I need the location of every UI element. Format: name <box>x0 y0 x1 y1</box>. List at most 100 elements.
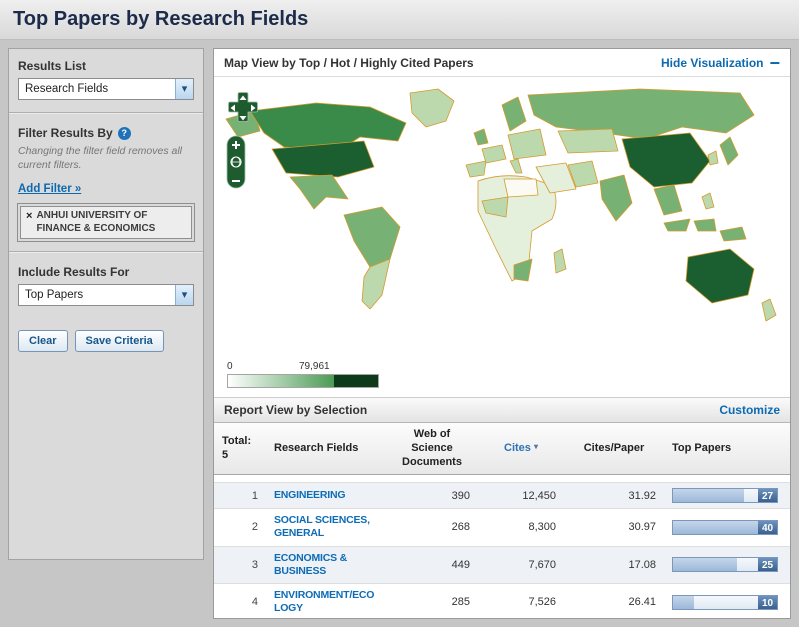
chevron-down-icon[interactable]: ▾ <box>175 285 193 305</box>
map-region <box>344 207 400 267</box>
top-papers-bar: 10 <box>672 595 778 610</box>
rank-cell: 4 <box>214 584 266 620</box>
include-results-label: Include Results For <box>18 265 194 279</box>
wos-documents-column-header[interactable]: Web of Science Documents <box>386 423 478 475</box>
rank-cell: 1 <box>214 483 266 509</box>
map-region <box>664 219 690 231</box>
map-region <box>600 175 632 221</box>
research-fields-column-header[interactable]: Research Fields <box>266 423 386 475</box>
map-region <box>694 219 716 231</box>
map-zoom-control[interactable] <box>226 135 246 189</box>
map-region <box>654 185 682 215</box>
top-papers-bar: 40 <box>672 520 778 535</box>
table-row: 1 ENGINEERING 390 12,450 31.92 27 <box>214 483 790 509</box>
map-controls <box>226 91 260 189</box>
cites-cell: 7,670 <box>478 546 564 583</box>
filter-chip[interactable]: × ANHUI UNIVERSITY OF FINANCE & ECONOMIC… <box>20 206 192 239</box>
remove-filter-icon[interactable]: × <box>26 210 32 235</box>
top-papers-column-header[interactable]: Top Papers <box>664 423 790 475</box>
legend-max-block <box>334 375 378 387</box>
cites-column-header[interactable]: Cites ▾ <box>478 423 564 475</box>
rank-cell: 2 <box>214 509 266 546</box>
map-region <box>762 299 776 321</box>
sidebar-divider <box>9 251 203 253</box>
table-row: 2 SOCIAL SCIENCES, GENERAL 268 8,300 30.… <box>214 509 790 546</box>
map-region <box>622 133 710 187</box>
map-view-title: Map View by Top / Hot / Highly Cited Pap… <box>224 56 474 70</box>
docs-cell: 268 <box>386 509 478 546</box>
map-pan-control[interactable] <box>226 91 260 125</box>
clear-button[interactable]: Clear <box>18 330 68 352</box>
customize-link[interactable]: Customize <box>719 403 780 417</box>
top-papers-cell: 40 <box>664 509 790 546</box>
hide-visualization-link[interactable]: Hide Visualization − <box>661 56 780 70</box>
cites-per-paper-column-header[interactable]: Cites/Paper <box>564 423 664 475</box>
cites-cell: 7,526 <box>478 584 564 620</box>
table-header-row: Total: 5 Research Fields Web of Science … <box>214 423 790 475</box>
field-link[interactable]: ECONOMICS & BUSINESS <box>274 552 347 577</box>
results-list-label: Results List <box>18 59 194 73</box>
top-papers-bar: 27 <box>672 488 778 503</box>
sort-down-icon: ▾ <box>534 442 538 451</box>
top-papers-count: 27 <box>758 489 777 502</box>
table-row: 3 ECONOMICS & BUSINESS 449 7,670 17.08 2… <box>214 546 790 583</box>
report-section-header: Report View by Selection Customize <box>214 397 790 423</box>
filter-note: Changing the filter field removes all cu… <box>18 145 194 172</box>
top-papers-count: 10 <box>758 596 777 609</box>
minus-icon: − <box>769 57 780 69</box>
map-region <box>474 129 488 145</box>
map-legend: 0 79,961 <box>227 361 397 389</box>
map-region <box>482 145 506 163</box>
include-results-value: Top Papers <box>19 289 175 301</box>
legend-gradient <box>228 375 334 387</box>
sidebar-divider <box>9 112 203 114</box>
save-criteria-button[interactable]: Save Criteria <box>75 330 164 352</box>
filter-results-by-label: Filter Results By <box>18 126 113 140</box>
add-filter-link[interactable]: Add Filter » <box>18 183 81 195</box>
filter-chip-label: ANHUI UNIVERSITY OF FINANCE & ECONOMICS <box>36 210 186 235</box>
total-count-label: Total: 5 <box>214 423 266 475</box>
top-papers-cell: 25 <box>664 546 790 583</box>
map-region <box>708 151 718 165</box>
map-region <box>504 179 538 197</box>
cites-per-paper-cell: 26.41 <box>564 584 664 620</box>
sidebar: Results List Research Fields ▾ Filter Re… <box>8 48 204 560</box>
docs-cell: 449 <box>386 546 478 583</box>
page-header: Top Papers by Research Fields <box>0 0 799 40</box>
map-region <box>362 259 390 309</box>
field-link[interactable]: ENVIRONMENT/ECOLOGY <box>274 589 374 614</box>
field-link[interactable]: SOCIAL SCIENCES, GENERAL <box>274 514 370 539</box>
world-map[interactable]: 0 79,961 <box>214 77 790 397</box>
chevron-down-icon[interactable]: ▾ <box>175 79 193 99</box>
esi-top-papers-page: Top Papers by Research Fields Results Li… <box>0 0 799 627</box>
top-papers-cell: 27 <box>664 483 790 509</box>
rank-cell: 3 <box>214 546 266 583</box>
page-title: Top Papers by Research Fields <box>13 8 308 31</box>
map-region <box>466 161 486 177</box>
field-cell: ENVIRONMENT/ECOLOGY <box>266 584 386 620</box>
top-papers-bar: 25 <box>672 557 778 572</box>
cites-per-paper-cell: 17.08 <box>564 546 664 583</box>
bar-fill <box>673 596 694 609</box>
field-cell: ECONOMICS & BUSINESS <box>266 546 386 583</box>
field-cell: ENGINEERING <box>266 483 386 509</box>
cites-per-paper-cell: 31.92 <box>564 483 664 509</box>
top-papers-count: 25 <box>758 558 777 571</box>
legend-max-label: 79,961 <box>299 361 330 372</box>
map-region <box>558 129 618 153</box>
map-region <box>720 137 738 165</box>
map-region <box>508 129 546 159</box>
world-map-image <box>220 81 786 349</box>
docs-cell: 285 <box>386 584 478 620</box>
report-view-title: Report View by Selection <box>224 403 367 417</box>
map-section-header: Map View by Top / Hot / Highly Cited Pap… <box>214 49 790 77</box>
map-region <box>410 89 454 127</box>
include-results-select[interactable]: Top Papers ▾ <box>18 284 194 306</box>
top-papers-cell: 10 <box>664 584 790 620</box>
docs-cell: 390 <box>386 483 478 509</box>
map-region <box>702 193 714 209</box>
cites-cell: 12,450 <box>478 483 564 509</box>
field-link[interactable]: ENGINEERING <box>274 489 345 501</box>
results-list-select[interactable]: Research Fields ▾ <box>18 78 194 100</box>
help-icon[interactable]: ? <box>118 127 131 140</box>
